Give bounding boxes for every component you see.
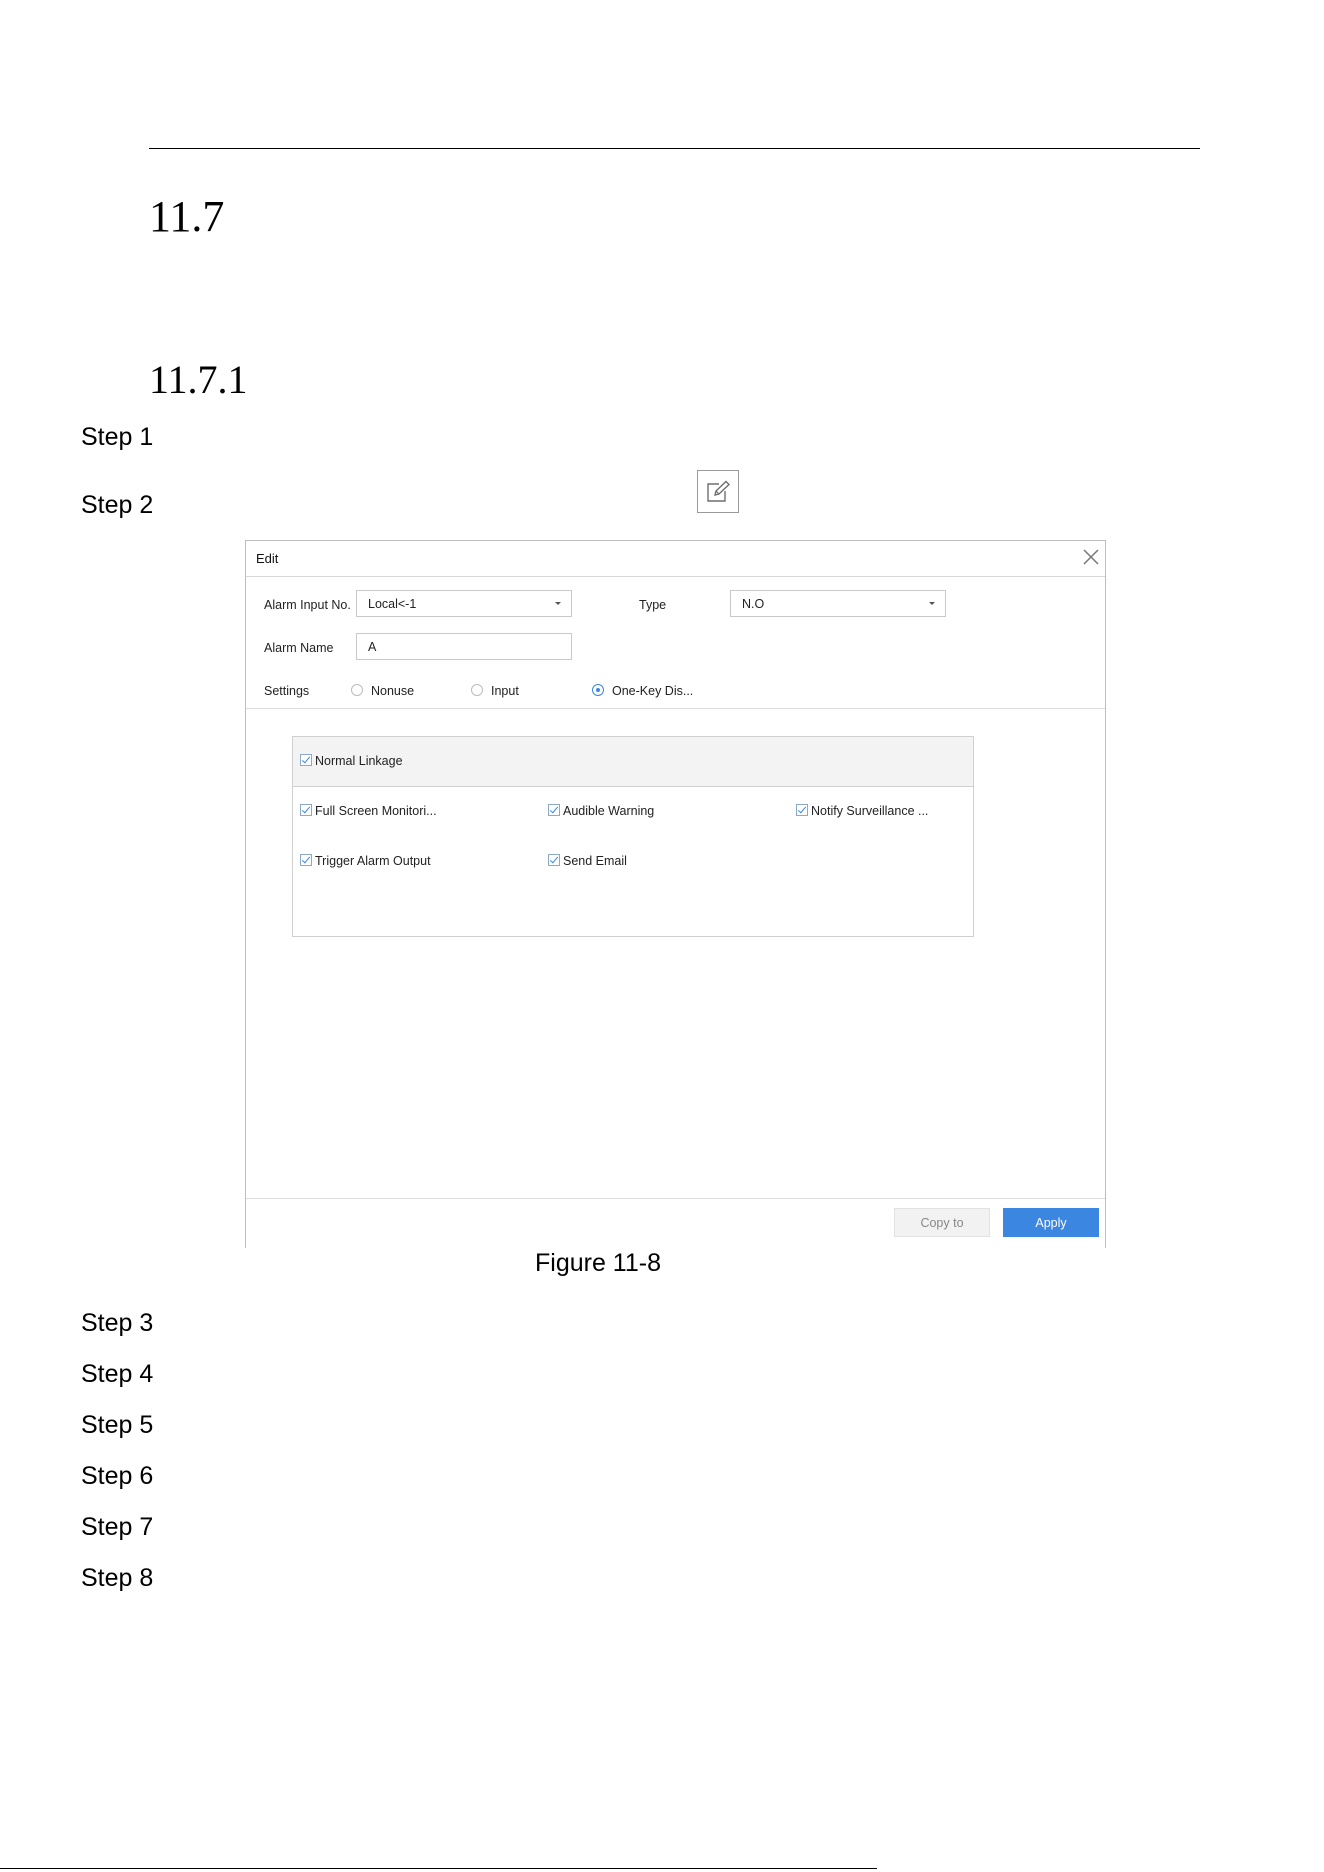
alarm-name-value: A bbox=[368, 640, 377, 654]
step-4: Step 4 bbox=[81, 1360, 154, 1388]
type-label: Type bbox=[639, 598, 667, 612]
radio-one-key-disarm[interactable] bbox=[592, 684, 604, 696]
dialog-title: Edit bbox=[256, 551, 279, 566]
full-screen-monitoring-checkbox[interactable] bbox=[300, 804, 312, 816]
alarm-input-label: Alarm Input No. bbox=[264, 598, 351, 612]
linkage-header: Normal Linkage bbox=[293, 737, 973, 787]
type-value: N.O bbox=[742, 597, 765, 611]
radio-input-label: Input bbox=[491, 684, 519, 698]
dialog-title-bar: Edit bbox=[246, 541, 1105, 577]
radio-nonuse[interactable] bbox=[351, 684, 363, 696]
step-7: Step 7 bbox=[81, 1513, 154, 1541]
full-screen-monitoring-label: Full Screen Monitori... bbox=[315, 804, 437, 818]
step-3: Step 3 bbox=[81, 1309, 154, 1337]
notify-surveillance-checkbox[interactable] bbox=[796, 804, 808, 816]
normal-linkage-checkbox[interactable] bbox=[300, 754, 312, 766]
alarm-name-input[interactable]: A bbox=[356, 633, 572, 660]
subsection-number: 11.7.1 bbox=[149, 357, 248, 402]
step-8: Step 8 bbox=[81, 1564, 154, 1592]
alarm-input-value: Local<-1 bbox=[368, 597, 417, 611]
audible-warning-checkbox[interactable] bbox=[548, 804, 560, 816]
apply-button[interactable]: Apply bbox=[1003, 1208, 1099, 1237]
figure-caption: Figure 11-8 bbox=[535, 1249, 661, 1277]
step-1: Step 1 bbox=[81, 423, 154, 451]
step-2: Step 2 bbox=[81, 491, 154, 519]
settings-label: Settings bbox=[264, 684, 310, 698]
edit-icon bbox=[697, 470, 739, 513]
copy-to-button[interactable]: Copy to bbox=[894, 1208, 990, 1237]
step-6: Step 6 bbox=[81, 1462, 154, 1490]
linkage-panel: Normal Linkage Full Screen Monitori... A… bbox=[292, 736, 974, 937]
send-email-checkbox[interactable] bbox=[548, 854, 560, 866]
type-select[interactable]: N.O bbox=[730, 590, 946, 617]
normal-linkage-label: Normal Linkage bbox=[315, 754, 403, 768]
settings-divider bbox=[246, 708, 1105, 709]
send-email-label: Send Email bbox=[563, 854, 627, 868]
trigger-alarm-output-label: Trigger Alarm Output bbox=[315, 854, 431, 868]
close-icon[interactable] bbox=[1079, 545, 1103, 569]
chevron-down-icon bbox=[929, 602, 935, 605]
chevron-down-icon bbox=[555, 602, 561, 605]
alarm-name-label: Alarm Name bbox=[264, 641, 334, 655]
header-rule bbox=[149, 148, 1200, 149]
footer-divider bbox=[246, 1198, 1105, 1199]
audible-warning-label: Audible Warning bbox=[563, 804, 655, 818]
edit-dialog: Edit Alarm Input No. Local<-1 Type N.O A… bbox=[245, 540, 1106, 1248]
radio-input[interactable] bbox=[471, 684, 483, 696]
step-5: Step 5 bbox=[81, 1411, 154, 1439]
radio-one-key-disarm-label: One-Key Dis... bbox=[612, 684, 694, 698]
alarm-input-select[interactable]: Local<-1 bbox=[356, 590, 572, 617]
trigger-alarm-output-checkbox[interactable] bbox=[300, 854, 312, 866]
footer-rule bbox=[0, 1868, 877, 1869]
section-number: 11.7 bbox=[149, 192, 225, 241]
radio-nonuse-label: Nonuse bbox=[371, 684, 415, 698]
notify-surveillance-label: Notify Surveillance ... bbox=[811, 804, 929, 818]
